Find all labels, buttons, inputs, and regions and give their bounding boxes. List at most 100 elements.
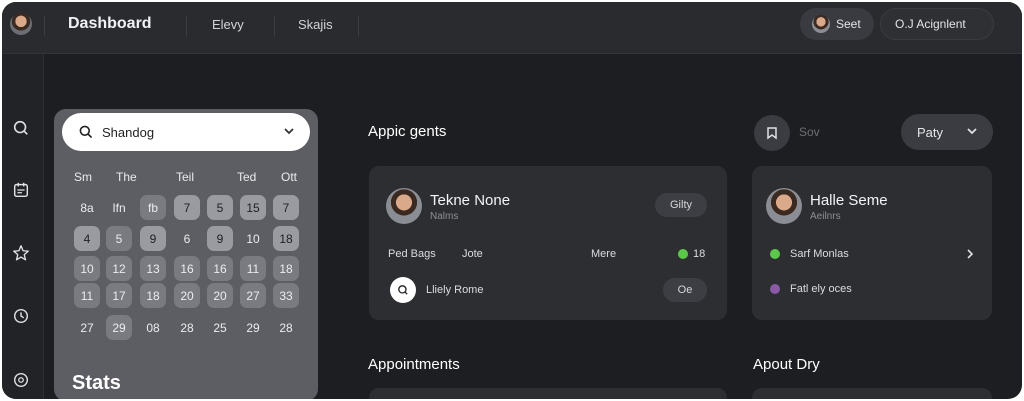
calendar-day[interactable]: 33 xyxy=(273,283,299,308)
bookmark-icon xyxy=(767,127,777,140)
calendar-day[interactable]: 4 xyxy=(74,226,100,251)
detail-label: Mere xyxy=(591,248,617,260)
calendar-day[interactable]: 08 xyxy=(140,315,166,340)
weekday-label: Ott xyxy=(281,170,298,184)
page-title: Dashboard xyxy=(68,15,152,32)
nav-link-skajis[interactable]: Skajis xyxy=(298,17,333,32)
contact-sub: Aeilnrs xyxy=(810,211,841,222)
status-dot xyxy=(678,249,688,259)
section-title: Appic gents xyxy=(368,123,447,140)
contact-name: Tekne None xyxy=(430,192,511,209)
clock-icon[interactable] xyxy=(11,306,31,326)
gilty-chip[interactable]: Gilty xyxy=(655,193,707,217)
about-title: Apout Dry xyxy=(753,356,820,373)
calendar-day[interactable]: 9 xyxy=(140,226,166,251)
row-label: Lliely Rome xyxy=(426,284,484,296)
calendar-day[interactable]: 28 xyxy=(273,315,299,340)
detail-label: Sarf Monlas xyxy=(790,248,849,260)
status-value: 18 xyxy=(693,248,706,260)
calendar-day[interactable]: 20 xyxy=(174,283,200,308)
chevron-right-icon[interactable] xyxy=(964,247,976,265)
calendar-day[interactable]: 18 xyxy=(273,256,299,281)
search-icon xyxy=(78,124,94,145)
location-dot xyxy=(770,284,780,294)
divider xyxy=(44,16,45,36)
about-card xyxy=(752,388,992,399)
calendar-day[interactable]: 16 xyxy=(207,256,233,281)
top-bar: Dashboard Elevy Skajis Seet O.J Acignlen… xyxy=(2,2,1022,54)
calendar-day[interactable]: 5 xyxy=(207,195,233,220)
calendar-day[interactable]: 11 xyxy=(74,283,100,308)
calendar-day[interactable]: 15 xyxy=(240,195,266,220)
sov-label: Sov xyxy=(799,125,820,139)
party-label: Paty xyxy=(917,125,944,140)
calendar-panel: Shandog Sm The Teil Ted Ott 8a Ifn fb 7 5 15 7… xyxy=(54,109,318,399)
oe-chip[interactable]: Oe xyxy=(663,278,707,302)
search-input[interactable]: Shandog xyxy=(102,125,154,140)
calendar-day[interactable]: 18 xyxy=(140,283,166,308)
calendar-day[interactable]: 12 xyxy=(106,256,132,281)
detail-label: Ped Bags xyxy=(388,248,436,260)
app-window: Dashboard Elevy Skajis Seet O.J Acignlen… xyxy=(2,2,1022,399)
calendar-day[interactable]: 27 xyxy=(74,315,100,340)
stats-title: Stats xyxy=(72,372,121,394)
star-icon[interactable] xyxy=(11,243,31,263)
icon-rail xyxy=(2,54,44,399)
calendar-day[interactable]: 10 xyxy=(74,256,100,281)
calendar-day[interactable]: 9 xyxy=(207,226,233,251)
calendar-day[interactable]: 10 xyxy=(240,226,266,251)
calendar-day[interactable]: 11 xyxy=(240,256,266,281)
calendar-day[interactable]: 7 xyxy=(174,195,200,220)
contact-name: Halle Seme xyxy=(810,192,888,209)
search-icon[interactable] xyxy=(390,277,416,303)
calendar-day[interactable]: 25 xyxy=(207,315,233,340)
appointment-card[interactable]: Tekne None Nalms Gilty Ped Bags Jote Mer… xyxy=(369,166,727,320)
bookmark-button[interactable] xyxy=(754,115,790,151)
chevron-down-icon xyxy=(965,124,979,141)
calendar-day[interactable]: 8a xyxy=(74,195,100,220)
user-avatar xyxy=(812,15,830,33)
assignment-button[interactable]: O.J Acignlent xyxy=(880,8,994,40)
divider xyxy=(358,16,359,36)
user-label: Seet xyxy=(836,17,861,31)
weekday-label: Sm xyxy=(74,170,92,184)
divider xyxy=(274,16,275,36)
calendar-day[interactable]: 29 xyxy=(240,315,266,340)
avatar xyxy=(766,188,802,224)
divider xyxy=(186,16,187,36)
search-field[interactable]: Shandog xyxy=(62,113,310,151)
weekday-label: Teil xyxy=(176,170,195,184)
appointments-title: Appointments xyxy=(368,356,460,373)
calendar-icon[interactable] xyxy=(11,180,31,200)
avatar xyxy=(386,188,422,224)
calendar-day[interactable]: 13 xyxy=(140,256,166,281)
appointments-card xyxy=(369,388,727,399)
chevron-down-icon[interactable] xyxy=(282,124,296,143)
party-dropdown[interactable]: Paty xyxy=(901,114,993,150)
appointment-card[interactable]: Halle Seme Aeilnrs Sarf Monlas Fatl ely … xyxy=(752,166,992,320)
calendar-day[interactable]: 16 xyxy=(174,256,200,281)
calendar-day[interactable]: Ifn xyxy=(106,195,132,220)
search-icon[interactable] xyxy=(11,118,31,138)
calendar-day[interactable]: 6 xyxy=(174,226,200,251)
calendar-day[interactable]: 18 xyxy=(273,226,299,251)
calendar-day[interactable]: 28 xyxy=(174,315,200,340)
calendar-day[interactable]: 17 xyxy=(106,283,132,308)
app-avatar[interactable] xyxy=(10,13,32,35)
weekday-label: Ted xyxy=(237,170,257,184)
calendar-day[interactable]: 20 xyxy=(207,283,233,308)
nav-link-elevy[interactable]: Elevy xyxy=(212,17,244,32)
assignment-label: O.J Acignlent xyxy=(895,17,966,31)
user-button[interactable]: Seet xyxy=(800,8,874,40)
calendar-day[interactable]: 7 xyxy=(273,195,299,220)
detail-label: Jote xyxy=(462,248,483,260)
status-dot xyxy=(770,249,780,259)
detail-label: Fatl ely oces xyxy=(790,283,852,295)
calendar-day[interactable]: fb xyxy=(140,195,166,220)
contact-sub: Nalms xyxy=(430,211,459,222)
calendar-day[interactable]: 29 xyxy=(106,315,132,340)
calendar-day[interactable]: 27 xyxy=(240,283,266,308)
calendar-day[interactable]: 5 xyxy=(106,226,132,251)
settings-icon[interactable] xyxy=(11,370,31,390)
weekday-label: The xyxy=(116,170,137,184)
